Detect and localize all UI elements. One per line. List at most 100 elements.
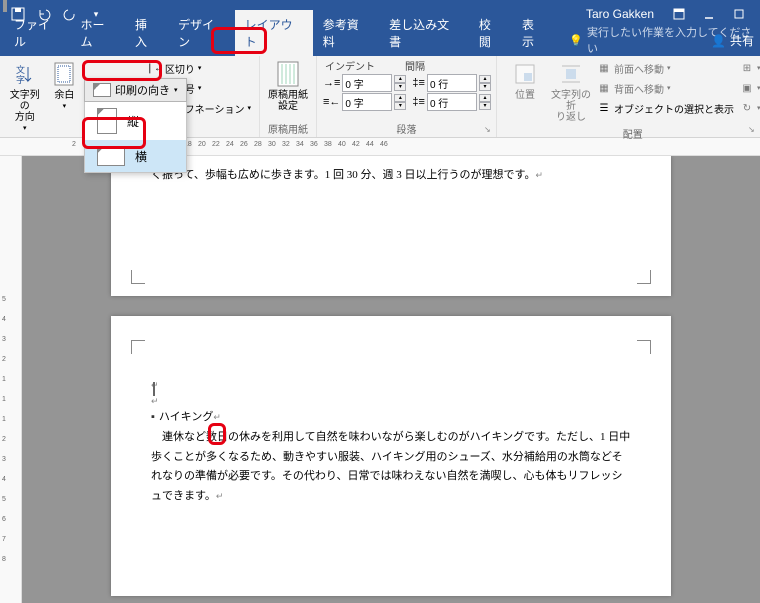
indent-right-icon: ≡←	[323, 96, 340, 108]
minimize-icon[interactable]	[694, 2, 724, 26]
page1-text[interactable]: く振って、歩幅も広めに歩きます。1 回 30 分、週 3 日以上行うのが理想です…	[151, 166, 631, 186]
crop-mark	[131, 270, 145, 284]
spacing-after-input[interactable]	[427, 93, 477, 111]
ruler-tick: 22	[212, 141, 220, 148]
spinner-down-icon[interactable]: ▾	[394, 83, 406, 91]
indent-left-icon: →≡	[323, 77, 340, 89]
page2-empty-para[interactable]	[151, 392, 631, 408]
ruler-tick: 5	[2, 296, 6, 303]
page-setup-launcher-icon[interactable]: ↘	[748, 125, 758, 135]
ruler-tick: 42	[352, 141, 360, 148]
spacing-after-icon: ‡≡	[412, 96, 425, 108]
lightbulb-icon: 💡	[569, 34, 583, 47]
bring-forward-label: 前面へ移動	[614, 61, 664, 76]
vertical-ruler[interactable]: 54321112345678	[0, 156, 22, 603]
indent-heading: インデント	[325, 58, 375, 73]
position-button: 位置	[503, 58, 547, 103]
ruler-tick: 26	[240, 141, 248, 148]
tab-home[interactable]: ホーム	[70, 10, 124, 56]
selection-pane-button[interactable]: ☰オブジェクトの選択と表示	[595, 98, 736, 118]
spacing-after-field[interactable]: ‡≡▴▾	[412, 93, 491, 111]
paragraph-launcher-icon[interactable]: ↘	[484, 125, 494, 135]
ribbon: 文字 文字列の 方向 ▾ 余白 ▾ ❘←区切り▾ ≡行番号▾ bcハイフネーショ…	[0, 56, 760, 138]
wrap-button: 文字列の折 り返し	[549, 58, 593, 125]
breaks-button[interactable]: ❘←区切り▾	[146, 58, 253, 78]
manuscript-label: 原稿用紙 設定	[268, 90, 308, 112]
ruler-tick: 5	[2, 496, 6, 503]
page2-empty-para[interactable]	[151, 376, 631, 392]
ruler-tick: 4	[2, 476, 6, 483]
send-backward-label: 背面へ移動	[614, 81, 664, 96]
orientation-landscape[interactable]: 横	[85, 140, 186, 172]
selection-pane-icon: ☰	[597, 101, 611, 115]
user-name: Taro Gakken	[586, 7, 654, 21]
orientation-icon	[93, 83, 111, 97]
crop-mark	[637, 340, 651, 354]
orientation-portrait[interactable]: 縦	[85, 102, 186, 140]
ruler-tick: 1	[2, 396, 6, 403]
text-direction-button[interactable]: 文字 文字列の 方向 ▾	[6, 58, 44, 135]
ruler-tick: 24	[226, 141, 234, 148]
text-direction-icon: 文字	[11, 60, 39, 88]
tab-file[interactable]: ファイル	[4, 10, 70, 56]
ruler-tick: 28	[254, 141, 262, 148]
bring-forward-icon: ▦	[597, 61, 611, 75]
group-manuscript-label: 原稿用紙	[266, 120, 310, 137]
tab-review[interactable]: 校閲	[469, 10, 512, 56]
indent-left-field[interactable]: →≡ ▴▾	[323, 74, 406, 92]
spacing-before-icon: ‡≡	[412, 77, 425, 89]
spacing-heading: 間隔	[405, 58, 425, 73]
margins-label: 余白	[54, 90, 74, 101]
ruler-tick: 34	[296, 141, 304, 148]
page2-body[interactable]: 連休など数日の休みを利用して自然を味わいながら楽しむのがハイキングです。ただし、…	[151, 428, 631, 507]
page-2: ハイキング 連休など数日の休みを利用して自然を味わいながら楽しむのがハイキングで…	[111, 316, 671, 596]
tab-design[interactable]: デザイン	[168, 10, 234, 56]
group-manuscript: 原稿用紙 設定 原稿用紙	[260, 56, 317, 137]
ruler-tick: 3	[2, 456, 6, 463]
spacing-before-field[interactable]: ‡≡▴▾	[412, 74, 491, 92]
rotate-button: ↻▾	[738, 98, 760, 118]
manuscript-icon	[274, 60, 302, 88]
ruler-tick: 30	[268, 141, 276, 148]
wrap-label: 文字列の折 り返し	[551, 90, 591, 123]
margins-button[interactable]: 余白 ▾	[46, 58, 84, 113]
share-button[interactable]: 👤 共有	[711, 32, 754, 49]
ruler-tick: 7	[2, 536, 6, 543]
ribbon-options-icon[interactable]	[664, 2, 694, 26]
section-break-mark	[153, 382, 157, 396]
indent-right-input[interactable]	[342, 93, 392, 111]
send-backward-icon: ▦	[597, 81, 611, 95]
ruler-tick: 32	[282, 141, 290, 148]
spinner-up-icon[interactable]: ▴	[394, 75, 406, 83]
ribbon-tabs: ファイル ホーム 挿入 デザイン レイアウト 参考資料 差し込み文書 校閲 表示…	[0, 28, 760, 56]
ruler-tick: 20	[198, 141, 206, 148]
tab-mailings[interactable]: 差し込み文書	[379, 10, 469, 56]
tab-references[interactable]: 参考資料	[313, 10, 379, 56]
crop-mark	[131, 340, 145, 354]
ruler-tick: 2	[2, 356, 6, 363]
indent-left-input[interactable]	[342, 74, 392, 92]
tab-view[interactable]: 表示	[512, 10, 555, 56]
tab-insert[interactable]: 挿入	[125, 10, 168, 56]
orientation-landscape-label: 横	[135, 148, 147, 165]
ruler-tick: 44	[366, 141, 374, 148]
maximize-icon[interactable]	[724, 2, 754, 26]
page-1: く振って、歩幅も広めに歩きます。1 回 30 分、週 3 日以上行うのが理想です…	[111, 156, 671, 296]
document-canvas[interactable]: く振って、歩幅も広めに歩きます。1 回 30 分、週 3 日以上行うのが理想です…	[22, 156, 760, 603]
ruler-tick: 3	[2, 336, 6, 343]
orientation-dropdown: 印刷の向き ▾ 縦 横	[84, 78, 187, 173]
spacing-before-input[interactable]	[427, 74, 477, 92]
ruler-tick: 4	[2, 316, 6, 323]
align-button: ⊞▾	[738, 58, 760, 78]
bring-forward-button: ▦前面へ移動▾	[595, 58, 736, 78]
group-objects-button: ▣▾	[738, 78, 760, 98]
portrait-icon	[97, 108, 117, 134]
indent-right-field[interactable]: ≡←▴▾	[323, 93, 406, 111]
ruler-tick: 36	[310, 141, 318, 148]
orientation-button[interactable]: 印刷の向き ▾	[84, 78, 187, 102]
page2-heading[interactable]: ハイキング	[151, 408, 631, 428]
share-label: 共有	[730, 32, 754, 49]
text-direction-label: 文字列の 方向	[8, 90, 42, 123]
tab-layout[interactable]: レイアウト	[235, 10, 313, 56]
manuscript-button[interactable]: 原稿用紙 設定	[266, 58, 310, 114]
